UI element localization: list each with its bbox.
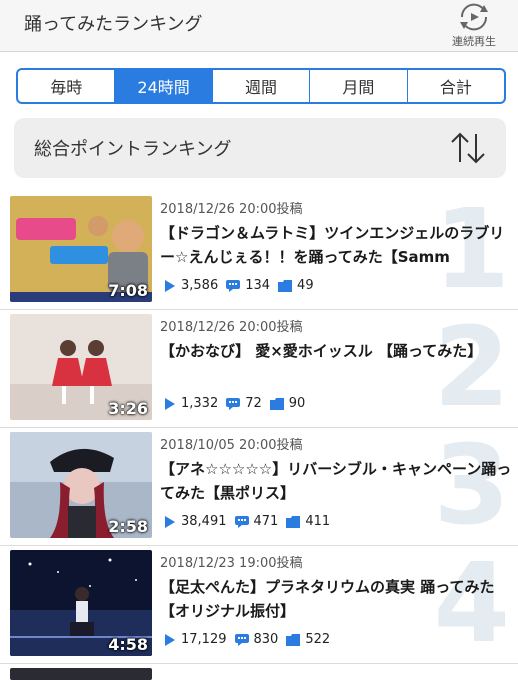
page-title: 踊ってみたランキング [24,14,203,35]
play-icon [165,397,175,410]
continuous-play-label: 連続再生 [452,35,496,48]
post-date: 2018/10/05 20:00投稿 [160,438,303,453]
comment-count: 134 [245,278,271,293]
mylist-icon [286,633,301,646]
comment-count: 830 [253,632,279,647]
post-date: 2018/12/23 19:00投稿 [160,556,303,571]
ranking-sort-bar[interactable]: 総合ポイントランキング [14,118,506,178]
video-stats: 17,129 830 522 [164,632,338,647]
comment-count-stat: 471 [234,514,279,529]
mylist-icon [269,397,284,410]
comment-count: 471 [253,514,279,529]
video-info: 2018/12/26 20:00投稿 【ドラゴン＆ムラトミ】ツインエンジェルのラ… [160,198,512,269]
comment-icon [226,397,241,410]
comment-icon [234,515,249,528]
play-icon [165,633,175,646]
video-title[interactable]: 【ドラゴン＆ムラトミ】ツインエンジェルのラブリー☆えんじぇる！！を踊ってみた【S… [160,221,512,269]
view-count: 3,586 [181,278,219,293]
video-duration: 3:26 [108,399,148,418]
video-title[interactable]: 【かおなび】 愛×愛ホイッスル 【踊ってみた】 [160,339,512,387]
continuous-play-button[interactable]: 連続再生 [444,2,504,48]
view-count: 17,129 [181,632,227,647]
view-count-stat: 3,586 [164,278,218,293]
view-count-stat: 1,332 [164,396,218,411]
comment-count-stat: 72 [226,396,262,411]
video-title[interactable]: 【足太ぺんた】プラネタリウムの真実 踊ってみた【オリジナル振付】 [160,575,512,623]
comment-count-stat: 830 [234,632,279,647]
comment-icon [226,279,241,292]
ranking-item[interactable]: 2 3:26 2018/12/26 20:00投稿 【かおなび】 愛×愛ホイッス… [0,310,518,428]
post-date: 2018/12/26 20:00投稿 [160,320,303,335]
view-count: 1,332 [181,396,219,411]
mylist-count: 49 [297,278,314,293]
mylist-icon [278,279,293,292]
mylist-count-stat: 411 [286,514,330,529]
comment-icon [234,633,249,646]
tab-total[interactable]: 合計 [408,70,504,102]
mylist-count-stat: 90 [269,396,306,411]
ranking-item[interactable]: 4 4:58 2018/12/23 19:00投稿 【足太ぺんた】プラネタリウム… [0,546,518,664]
video-thumbnail[interactable]: 4:58 [10,550,152,656]
post-date: 2018/12/26 20:00投稿 [160,202,303,217]
video-duration: 7:08 [108,281,148,300]
video-stats: 38,491 471 411 [164,514,338,529]
video-duration: 2:58 [108,517,148,536]
loop-play-icon [460,3,488,31]
video-thumbnail[interactable]: 2:58 [10,432,152,538]
play-icon [165,515,175,528]
period-tabs: 毎時 24時間 週間 月間 合計 [16,68,506,104]
mylist-count: 90 [288,396,306,411]
view-count-stat: 17,129 [164,632,227,647]
video-info: 2018/10/05 20:00投稿 【アネ☆☆☆☆☆】リバーシブル・キャンペー… [160,434,512,505]
video-title[interactable]: 【アネ☆☆☆☆☆】リバーシブル・キャンペーン踊ってみた【黒ポリス】 [160,457,512,505]
ranking-list: 1 7:08 2018/12/26 20:00投稿 【ドラゴン＆ムラトミ】ツイン… [0,192,518,664]
video-stats: 1,332 72 90 [164,396,313,411]
video-thumbnail[interactable]: 3:26 [10,314,152,420]
play-icon [165,279,175,292]
video-thumbnail [10,668,152,680]
video-duration: 4:58 [108,635,148,654]
comment-count: 72 [245,396,262,411]
tab-24h[interactable]: 24時間 [115,70,213,102]
mylist-count: 411 [305,514,331,529]
tab-monthly[interactable]: 月間 [310,70,408,102]
mylist-icon [286,515,301,528]
video-thumbnail[interactable]: 7:08 [10,196,152,302]
view-count-stat: 38,491 [164,514,227,529]
mylist-count-stat: 522 [286,632,330,647]
view-count: 38,491 [181,514,227,529]
sort-title: 総合ポイントランキング [34,139,232,160]
mylist-count: 522 [305,632,331,647]
sort-icon[interactable] [448,130,488,166]
ranking-item[interactable]: 1 7:08 2018/12/26 20:00投稿 【ドラゴン＆ムラトミ】ツイン… [0,192,518,310]
tab-weekly[interactable]: 週間 [213,70,311,102]
comment-count-stat: 134 [226,278,270,293]
tab-hourly[interactable]: 毎時 [18,70,116,102]
mylist-count-stat: 49 [278,278,314,293]
next-ranking-item-partial[interactable] [0,664,518,680]
app-header: 踊ってみたランキング 連続再生 [0,0,518,52]
video-info: 2018/12/23 19:00投稿 【足太ぺんた】プラネタリウムの真実 踊って… [160,552,512,623]
video-info: 2018/12/26 20:00投稿 【かおなび】 愛×愛ホイッスル 【踊ってみ… [160,316,512,387]
ranking-item[interactable]: 3 2:58 2018/10/05 20:00投稿 【アネ☆☆☆☆☆】リバーシブ… [0,428,518,546]
video-stats: 3,586 134 49 [164,278,322,293]
